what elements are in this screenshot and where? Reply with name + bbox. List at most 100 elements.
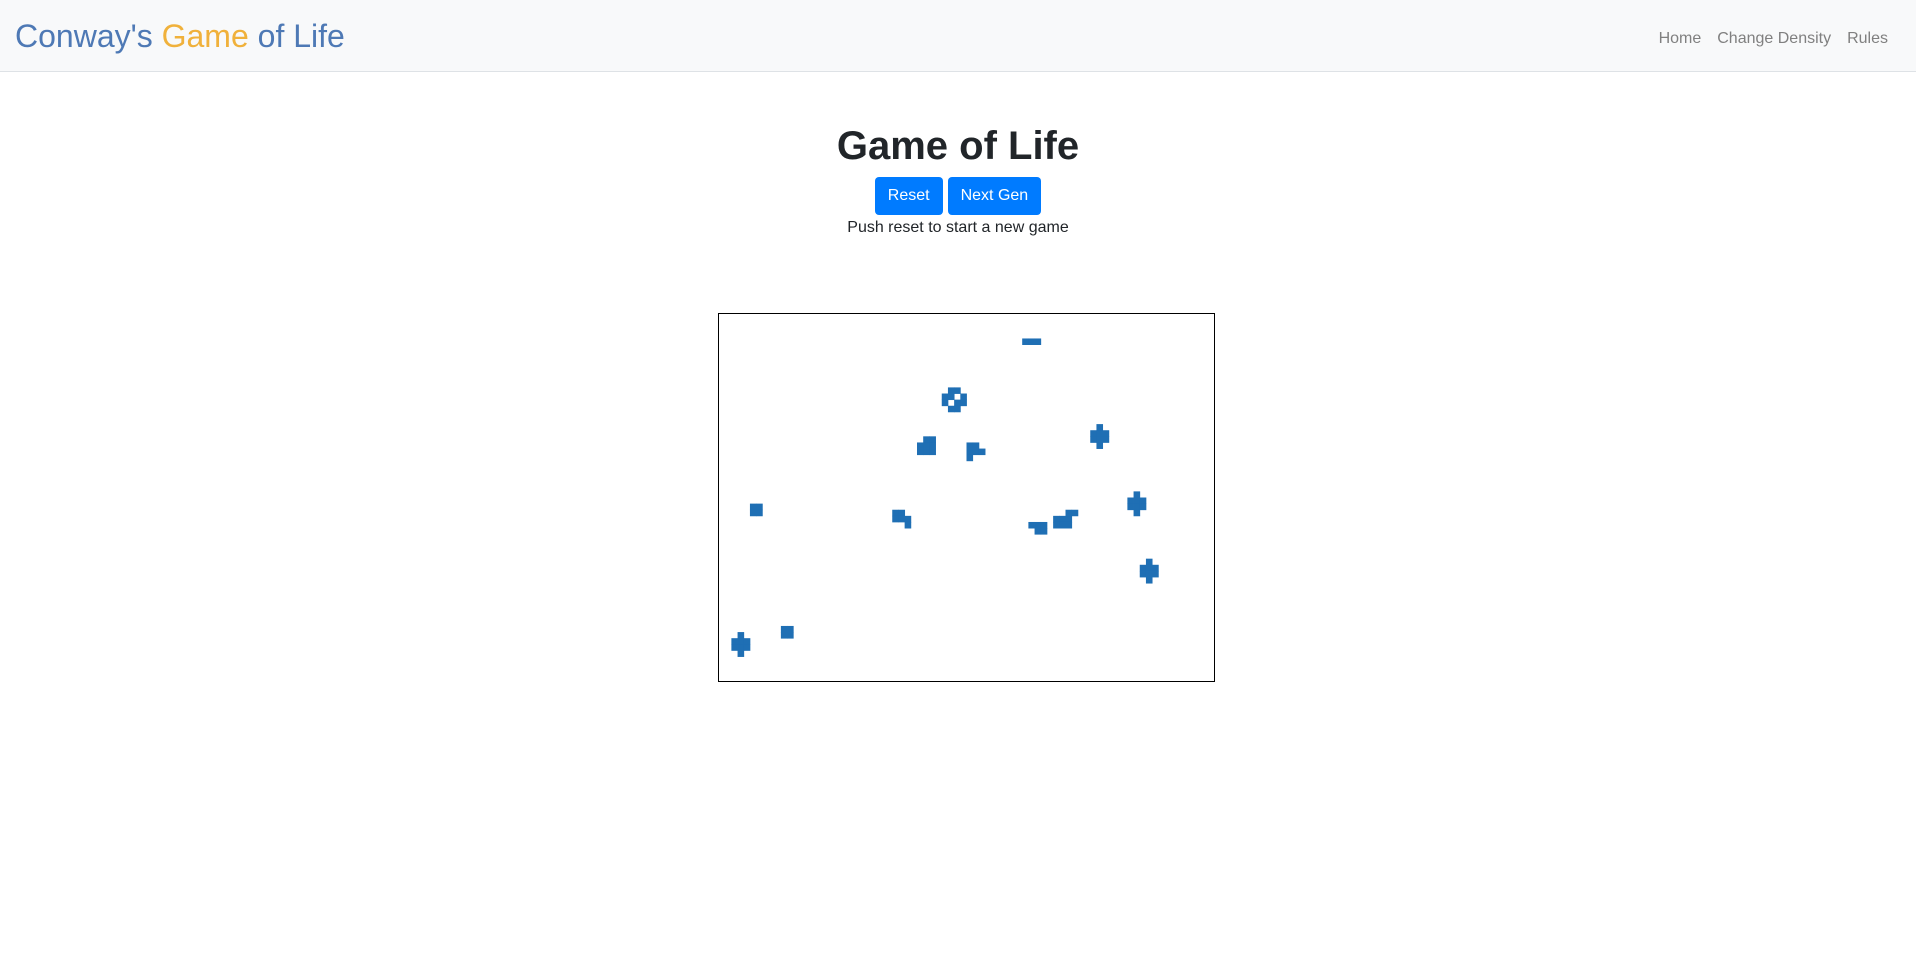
nav-link-change-density[interactable]: Change Density: [1709, 28, 1839, 50]
live-cell: [1059, 521, 1066, 529]
live-cell: [787, 632, 794, 639]
live-cell: [960, 393, 967, 401]
live-cell: [1133, 497, 1141, 505]
live-cell: [1102, 430, 1110, 437]
live-cell: [978, 448, 986, 456]
live-cell: [966, 448, 974, 456]
live-cell: [731, 644, 738, 651]
live-cell: [1152, 570, 1159, 578]
live-cell: [1090, 430, 1097, 437]
live-cell: [954, 405, 961, 413]
live-cell: [749, 509, 757, 517]
live-cell: [898, 515, 906, 523]
live-cell: [1152, 564, 1159, 572]
game-board[interactable]: [718, 313, 1215, 682]
live-cell: [1065, 521, 1073, 529]
live-cell: [1034, 338, 1042, 345]
reset-button[interactable]: Reset: [874, 177, 943, 215]
live-cell: [892, 509, 899, 517]
brand-part-2: Game: [161, 18, 249, 54]
brand-part-1: Conway's: [15, 18, 162, 54]
live-cell: [1028, 338, 1035, 345]
brand-part-3: of Life: [248, 18, 345, 54]
live-cell: [1145, 564, 1153, 572]
live-cell: [1145, 558, 1153, 566]
live-cell: [1028, 521, 1035, 529]
control-buttons: Reset Next Gen: [0, 177, 1916, 215]
live-cell: [929, 436, 936, 443]
live-cell: [923, 436, 930, 443]
live-cell: [892, 515, 899, 523]
live-cell: [1096, 424, 1104, 431]
nav-link-rules[interactable]: Rules: [1839, 28, 1896, 50]
live-cell: [929, 448, 936, 456]
live-cell: [917, 442, 924, 449]
live-cell: [947, 393, 955, 401]
live-cell: [737, 650, 745, 657]
live-cell: [947, 387, 955, 394]
live-cell: [923, 448, 930, 456]
live-cell: [1096, 442, 1104, 449]
live-cell: [954, 387, 961, 394]
live-cell: [737, 644, 745, 651]
live-cell: [1139, 570, 1147, 578]
live-cell: [1127, 503, 1134, 511]
live-cell: [737, 638, 745, 645]
live-cell: [756, 503, 763, 511]
live-cell: [780, 632, 788, 639]
live-cell: [1059, 515, 1066, 523]
live-cell: [780, 625, 788, 633]
live-cell: [787, 625, 794, 633]
live-cell: [1145, 577, 1153, 584]
live-cell: [972, 448, 980, 456]
live-cell: [1053, 521, 1060, 529]
live-cell: [1053, 515, 1060, 523]
nav-links: Home Change Density Rules: [1651, 28, 1896, 50]
live-cell: [1022, 338, 1029, 345]
live-cell: [898, 509, 906, 517]
live-cell: [1071, 509, 1079, 517]
live-cell: [1034, 528, 1042, 535]
live-cell: [923, 442, 930, 449]
live-cell: [749, 503, 757, 511]
status-hint: Push reset to start a new game: [847, 219, 1069, 236]
live-cell: [1127, 497, 1134, 505]
live-cell: [1096, 436, 1104, 443]
live-cell: [960, 399, 967, 407]
live-cell: [947, 405, 955, 413]
live-cell: [1040, 521, 1048, 529]
live-cell: [1133, 503, 1141, 511]
live-cell: [743, 638, 751, 645]
live-cell: [1139, 497, 1147, 505]
live-cell: [1034, 521, 1042, 529]
live-cell: [954, 399, 961, 407]
live-cell: [737, 632, 745, 639]
live-cell: [917, 448, 924, 456]
brand-link[interactable]: Conway's Game of Life: [15, 16, 345, 56]
page-title: Game of Life: [836, 124, 1080, 168]
live-cell: [1096, 430, 1104, 437]
live-cell: [1065, 509, 1073, 517]
live-cell: [1145, 570, 1153, 578]
next-gen-button[interactable]: Next Gen: [947, 177, 1042, 215]
live-cell: [1102, 436, 1110, 443]
live-cell: [941, 399, 949, 407]
live-cell: [1139, 564, 1147, 572]
live-cell: [1065, 515, 1073, 523]
live-cell: [904, 521, 912, 529]
live-cell: [966, 442, 974, 449]
live-cell: [1040, 528, 1048, 535]
live-cell: [743, 644, 751, 651]
live-cell: [1133, 491, 1141, 498]
live-cell: [929, 442, 936, 449]
live-cell: [731, 638, 738, 645]
board-canvas[interactable]: [719, 314, 1214, 681]
live-cell: [972, 442, 980, 449]
nav-link-home[interactable]: Home: [1651, 28, 1710, 50]
live-cell: [941, 393, 949, 401]
live-cell: [1090, 436, 1097, 443]
live-cell: [756, 509, 763, 517]
top-navbar: Conway's Game of Life Home Change Densit…: [0, 0, 1916, 72]
live-cell: [904, 515, 912, 523]
live-cell: [966, 454, 974, 462]
